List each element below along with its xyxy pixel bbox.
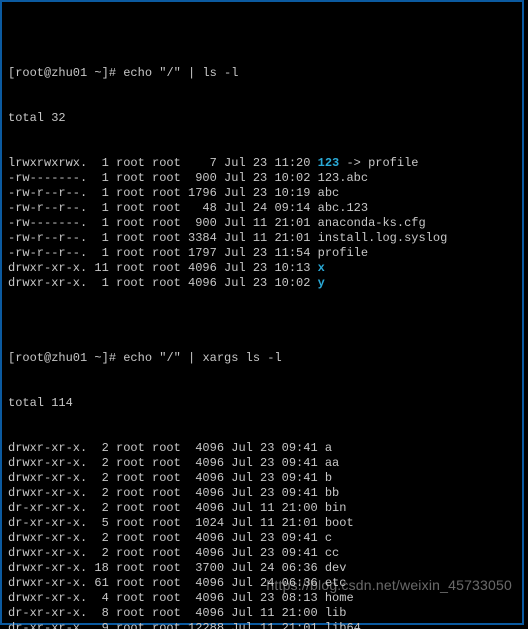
ls-row-name: etc xyxy=(325,576,347,590)
ls-row: drwxr-xr-x. 2 root root 4096 Jul 23 09:4… xyxy=(8,456,516,471)
ls-row-meta: dr-xr-xr-x. 8 root root 4096 Jul 11 21:0… xyxy=(8,606,325,620)
ls-row: -rw-r--r--. 1 root root 3384 Jul 11 21:0… xyxy=(8,231,516,246)
ls-row-suffix: -> profile xyxy=(339,156,418,170)
ls-row: -rw-------. 1 root root 900 Jul 23 10:02… xyxy=(8,171,516,186)
ls-row-name: boot xyxy=(325,516,354,530)
terminal-window[interactable]: [root@zhu01 ~]# echo "/" | ls -l total 3… xyxy=(0,0,524,625)
ls-row-name: aa xyxy=(325,456,339,470)
ls-row-name: cc xyxy=(325,546,339,560)
ls-row: -rw-------. 1 root root 900 Jul 11 21:01… xyxy=(8,216,516,231)
ls-row-meta: -rw-r--r--. 1 root root 1796 Jul 23 10:1… xyxy=(8,186,318,200)
ls-row-name: x xyxy=(318,261,325,275)
ls-row: drwxr-xr-x. 1 root root 4096 Jul 23 10:0… xyxy=(8,276,516,291)
ls-row-name: b xyxy=(325,471,332,485)
ls-row: drwxr-xr-x. 4 root root 4096 Jul 23 08:1… xyxy=(8,591,516,606)
ls-row: drwxr-xr-x. 61 root root 4096 Jul 24 06:… xyxy=(8,576,516,591)
ls-row-name: lib xyxy=(325,606,347,620)
ls-row-name: bb xyxy=(325,486,339,500)
ls-row-meta: drwxr-xr-x. 4 root root 4096 Jul 23 08:1… xyxy=(8,591,325,605)
ls-row-meta: drwxr-xr-x. 61 root root 4096 Jul 24 06:… xyxy=(8,576,325,590)
ls-row-meta: -rw-------. 1 root root 900 Jul 23 10:02 xyxy=(8,171,318,185)
ls-row-name: abc.123 xyxy=(318,201,368,215)
shell-prompt: [root@zhu01 ~]# xyxy=(8,351,116,365)
ls-row: drwxr-xr-x. 11 root root 4096 Jul 23 10:… xyxy=(8,261,516,276)
ls-row-meta: dr-xr-xr-x. 9 root root 12288 Jul 11 21:… xyxy=(8,621,325,629)
ls-row-name: c xyxy=(325,531,332,545)
ls-row-name: abc xyxy=(318,186,340,200)
ls-row-meta: drwxr-xr-x. 11 root root 4096 Jul 23 10:… xyxy=(8,261,318,275)
ls-row-meta: -rw-r--r--. 1 root root 48 Jul 24 09:14 xyxy=(8,201,318,215)
ls-output-block: drwxr-xr-x. 2 root root 4096 Jul 23 09:4… xyxy=(8,441,516,629)
shell-command: echo "/" | xargs ls -l xyxy=(123,351,281,365)
ls-row: -rw-r--r--. 1 root root 1796 Jul 23 10:1… xyxy=(8,186,516,201)
ls-row: drwxr-xr-x. 18 root root 3700 Jul 24 06:… xyxy=(8,561,516,576)
ls-row: drwxr-xr-x. 2 root root 4096 Jul 23 09:4… xyxy=(8,531,516,546)
ls-row-meta: drwxr-xr-x. 2 root root 4096 Jul 23 09:4… xyxy=(8,531,325,545)
shell-command: echo "/" | ls -l xyxy=(123,66,238,80)
ls-row-meta: drwxr-xr-x. 1 root root 4096 Jul 23 10:0… xyxy=(8,276,318,290)
ls-row: drwxr-xr-x. 2 root root 4096 Jul 23 09:4… xyxy=(8,441,516,456)
ls-row-meta: lrwxrwxrwx. 1 root root 7 Jul 23 11:20 xyxy=(8,156,318,170)
ls-row: dr-xr-xr-x. 9 root root 12288 Jul 11 21:… xyxy=(8,621,516,629)
ls-row-meta: drwxr-xr-x. 2 root root 4096 Jul 23 09:4… xyxy=(8,456,325,470)
ls-row-meta: dr-xr-xr-x. 5 root root 1024 Jul 11 21:0… xyxy=(8,516,325,530)
ls-row-name: install.log.syslog xyxy=(318,231,448,245)
ls-row-name: a xyxy=(325,441,332,455)
ls-row: dr-xr-xr-x. 8 root root 4096 Jul 11 21:0… xyxy=(8,606,516,621)
total-line: total 32 xyxy=(8,111,516,126)
ls-row-name: home xyxy=(325,591,354,605)
shell-prompt: [root@zhu01 ~]# xyxy=(8,66,116,80)
ls-row: -rw-r--r--. 1 root root 48 Jul 24 09:14 … xyxy=(8,201,516,216)
ls-row-name: anaconda-ks.cfg xyxy=(318,216,426,230)
ls-row-name: 123.abc xyxy=(318,171,368,185)
ls-row: drwxr-xr-x. 2 root root 4096 Jul 23 09:4… xyxy=(8,546,516,561)
ls-output-block: lrwxrwxrwx. 1 root root 7 Jul 23 11:20 1… xyxy=(8,156,516,291)
ls-row: drwxr-xr-x. 2 root root 4096 Jul 23 09:4… xyxy=(8,471,516,486)
shell-prompt-line: [root@zhu01 ~]# echo "/" | xargs ls -l xyxy=(8,351,516,366)
ls-row-name: dev xyxy=(325,561,347,575)
ls-row-name: profile xyxy=(318,246,368,260)
ls-row-meta: drwxr-xr-x. 2 root root 4096 Jul 23 09:4… xyxy=(8,486,325,500)
ls-row-name: y xyxy=(318,276,325,290)
ls-row: dr-xr-xr-x. 2 root root 4096 Jul 11 21:0… xyxy=(8,501,516,516)
ls-row-name: bin xyxy=(325,501,347,515)
ls-row-meta: drwxr-xr-x. 2 root root 4096 Jul 23 09:4… xyxy=(8,546,325,560)
ls-row-meta: drwxr-xr-x. 2 root root 4096 Jul 23 09:4… xyxy=(8,471,325,485)
ls-row: -rw-r--r--. 1 root root 1797 Jul 23 11:5… xyxy=(8,246,516,261)
shell-prompt-line: [root@zhu01 ~]# echo "/" | ls -l xyxy=(8,66,516,81)
ls-row: dr-xr-xr-x. 5 root root 1024 Jul 11 21:0… xyxy=(8,516,516,531)
ls-row: drwxr-xr-x. 2 root root 4096 Jul 23 09:4… xyxy=(8,486,516,501)
ls-row-name: lib64 xyxy=(325,621,361,629)
ls-row-meta: -rw-------. 1 root root 900 Jul 11 21:01 xyxy=(8,216,318,230)
total-line: total 114 xyxy=(8,396,516,411)
ls-row-meta: dr-xr-xr-x. 2 root root 4096 Jul 11 21:0… xyxy=(8,501,325,515)
ls-row-meta: drwxr-xr-x. 18 root root 3700 Jul 24 06:… xyxy=(8,561,325,575)
ls-row: lrwxrwxrwx. 1 root root 7 Jul 23 11:20 1… xyxy=(8,156,516,171)
ls-row-meta: -rw-r--r--. 1 root root 3384 Jul 11 21:0… xyxy=(8,231,318,245)
ls-row-name: 123 xyxy=(318,156,340,170)
ls-row-meta: -rw-r--r--. 1 root root 1797 Jul 23 11:5… xyxy=(8,246,318,260)
ls-row-meta: drwxr-xr-x. 2 root root 4096 Jul 23 09:4… xyxy=(8,441,325,455)
